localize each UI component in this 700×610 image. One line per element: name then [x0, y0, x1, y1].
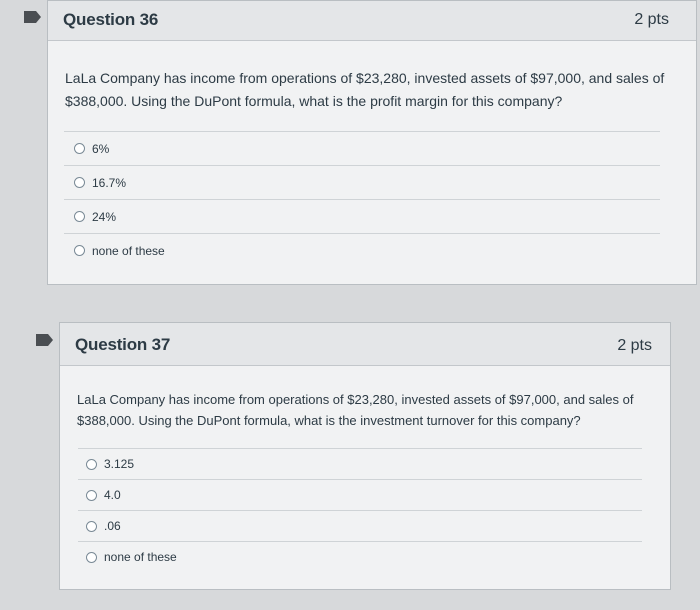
answer-option[interactable]: 4.0: [78, 479, 642, 510]
answer-option[interactable]: .06: [78, 510, 642, 541]
question-37-card: Question 37 2 pts LaLa Company has incom…: [59, 322, 671, 590]
answer-label[interactable]: .06: [104, 519, 121, 533]
question-header: Question 36 2 pts: [48, 1, 696, 41]
answer-option[interactable]: 6%: [64, 131, 660, 165]
answer-label[interactable]: none of these: [92, 244, 165, 258]
radio-button[interactable]: [86, 551, 97, 563]
radio-button[interactable]: [74, 177, 85, 188]
radio-button[interactable]: [86, 489, 97, 501]
answer-label[interactable]: none of these: [104, 550, 177, 564]
answer-option[interactable]: none of these: [64, 233, 660, 267]
radio-button[interactable]: [86, 520, 97, 532]
answer-label[interactable]: 6%: [92, 142, 109, 156]
answer-label[interactable]: 4.0: [104, 488, 121, 502]
question-text: LaLa Company has income from operations …: [65, 70, 665, 109]
answer-list: 3.125 4.0 .06 none of these: [60, 448, 670, 572]
answer-label[interactable]: 3.125: [104, 457, 134, 471]
question-flag-icon[interactable]: [36, 334, 53, 346]
question-36-card: Question 36 2 pts LaLa Company has incom…: [47, 0, 697, 285]
question-points: 2 pts: [617, 337, 652, 354]
question-points: 2 pts: [634, 11, 669, 28]
answer-label[interactable]: 16.7%: [92, 176, 126, 190]
question-flag-icon[interactable]: [24, 11, 41, 23]
answer-option[interactable]: 24%: [64, 199, 660, 233]
question-title: Question 37: [75, 335, 171, 354]
question-header: Question 37 2 pts: [60, 323, 670, 366]
answer-option[interactable]: none of these: [78, 541, 642, 572]
answer-label[interactable]: 24%: [92, 210, 116, 224]
question-text: LaLa Company has income from operations …: [77, 392, 634, 428]
radio-button[interactable]: [74, 211, 85, 222]
question-title: Question 36: [63, 10, 159, 29]
radio-button[interactable]: [74, 143, 85, 154]
radio-button[interactable]: [74, 245, 85, 256]
radio-button[interactable]: [86, 458, 97, 470]
answer-option[interactable]: 3.125: [78, 448, 642, 479]
answer-list: 6% 16.7% 24% none of these: [48, 131, 696, 267]
answer-option[interactable]: 16.7%: [64, 165, 660, 199]
